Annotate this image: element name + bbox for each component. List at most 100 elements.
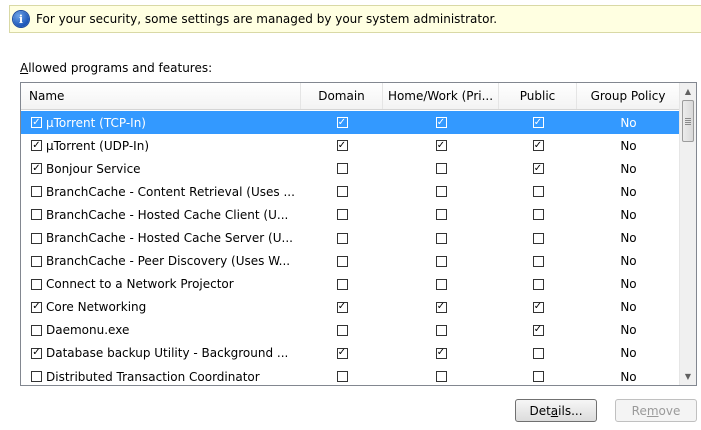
details-button[interactable]: Det a ils... [515,399,597,422]
remove-button[interactable]: Re m ove [615,399,697,422]
home-work-checkbox-cell [383,180,499,203]
home-work-checkbox[interactable]: ✓ [435,117,447,129]
home-work-checkbox-cell: ✓ [383,111,499,134]
column-header-domain[interactable]: Domain [301,83,383,109]
group-policy-value: No [620,138,637,153]
program-name-cell: BranchCache - Hosted Cache Client (U... [21,203,301,226]
program-enabled-checkbox[interactable] [31,255,42,267]
home-work-checkbox-cell [383,250,499,273]
list-item[interactable]: BranchCache - Hosted Cache Server (U... N… [21,226,680,249]
public-checkbox[interactable]: ✓ [532,140,544,152]
public-checkbox[interactable] [532,371,544,383]
domain-checkbox[interactable] [336,232,348,244]
public-checkbox[interactable] [532,255,544,267]
public-checkbox-cell: ✓ [499,111,577,134]
domain-checkbox-cell: ✓ [301,342,383,365]
list-item[interactable]: Connect to a Network Projector No [21,273,680,296]
domain-checkbox[interactable] [336,324,348,336]
domain-checkbox-cell [301,157,383,180]
home-work-checkbox-cell [383,319,499,342]
domain-checkbox[interactable]: ✓ [336,301,348,313]
public-checkbox[interactable] [532,209,544,221]
domain-checkbox[interactable] [336,371,348,383]
program-enabled-checkbox[interactable] [31,232,42,244]
list-item[interactable]: BranchCache - Content Retrieval (Uses ..… [21,180,680,203]
program-enabled-checkbox[interactable]: ✓ [31,117,42,129]
list-item[interactable]: ✓ Core Networking ✓ ✓ ✓ No [21,296,680,319]
public-checkbox[interactable]: ✓ [532,301,544,313]
list-item[interactable]: BranchCache - Peer Discovery (Uses W... N… [21,250,680,273]
domain-checkbox[interactable]: ✓ [336,140,348,152]
domain-checkbox-cell [301,226,383,249]
domain-checkbox[interactable] [336,163,348,175]
home-work-checkbox[interactable] [435,163,447,175]
home-work-checkbox-cell [383,273,499,296]
list-item[interactable]: Distributed Transaction Coordinator No [21,365,680,385]
security-infobar: i For your security, some settings are m… [9,5,701,33]
home-work-checkbox[interactable] [435,278,447,290]
domain-checkbox[interactable]: ✓ [336,347,348,359]
program-enabled-checkbox[interactable] [31,278,42,290]
scroll-up-arrow-icon[interactable]: ▲ [680,83,696,100]
column-header-group-policy[interactable]: Group Policy [577,83,680,109]
public-checkbox[interactable]: ✓ [532,117,544,129]
domain-checkbox[interactable] [336,278,348,290]
list-item[interactable]: Daemonu.exe ✓ No [21,319,680,342]
remove-accelerator: m [646,403,659,418]
column-header-public[interactable]: Public [499,83,577,109]
public-checkbox[interactable] [532,347,544,359]
home-work-checkbox-cell [383,157,499,180]
program-enabled-checkbox[interactable]: ✓ [31,140,42,152]
group-policy-value: No [620,300,637,315]
home-work-checkbox[interactable]: ✓ [435,347,447,359]
program-enabled-checkbox[interactable] [31,324,42,336]
public-checkbox[interactable] [532,186,544,198]
home-work-checkbox-cell: ✓ [383,134,499,157]
details-accelerator: a [550,403,559,418]
list-item[interactable]: ✓ μTorrent (UDP-In) ✓ ✓ ✓ No [21,134,680,157]
domain-checkbox[interactable] [336,186,348,198]
group-policy-value: No [620,231,637,246]
group-policy-value: No [620,207,637,222]
list-item[interactable]: ✓ μTorrent (TCP-In) ✓ ✓ ✓ No [21,111,680,135]
program-enabled-checkbox[interactable] [31,371,42,383]
list-item[interactable]: BranchCache - Hosted Cache Client (U... N… [21,203,680,226]
domain-checkbox[interactable] [336,209,348,221]
list-item[interactable]: ✓ Database backup Utility - Background ..… [21,342,680,365]
group-policy-value: No [620,277,637,292]
home-work-checkbox[interactable] [435,232,447,244]
public-checkbox-cell [499,226,577,249]
public-checkbox[interactable]: ✓ [532,324,544,336]
domain-checkbox-cell [301,203,383,226]
allowed-programs-list[interactable]: Name Domain Home/Work (Pri... Public Gro… [20,82,697,386]
public-checkbox[interactable] [532,278,544,290]
scroll-down-arrow-icon[interactable]: ▼ [680,368,696,385]
public-checkbox[interactable] [532,232,544,244]
domain-checkbox[interactable]: ✓ [336,117,348,129]
program-enabled-checkbox[interactable] [31,186,42,198]
home-work-checkbox[interactable] [435,371,447,383]
program-enabled-checkbox[interactable] [31,209,42,221]
home-work-checkbox[interactable] [435,186,447,198]
home-work-checkbox[interactable] [435,209,447,221]
program-enabled-checkbox[interactable]: ✓ [31,347,42,359]
home-work-checkbox-cell [383,365,499,385]
home-work-checkbox[interactable] [435,255,447,267]
domain-checkbox-cell: ✓ [301,134,383,157]
domain-checkbox-cell [301,319,383,342]
list-item[interactable]: ✓ Bonjour Service ✓ No [21,157,680,180]
column-header-home-work[interactable]: Home/Work (Pri... [383,83,499,109]
program-name-cell: Daemonu.exe [21,319,301,342]
program-name-cell: Connect to a Network Projector [21,273,301,296]
scrollbar-thumb[interactable] [682,100,694,142]
home-work-checkbox[interactable]: ✓ [435,140,447,152]
column-header-name[interactable]: Name [21,83,301,109]
program-enabled-checkbox[interactable]: ✓ [31,163,42,175]
program-enabled-checkbox[interactable]: ✓ [31,301,42,313]
home-work-checkbox[interactable]: ✓ [435,301,447,313]
home-work-checkbox[interactable] [435,324,447,336]
public-checkbox[interactable]: ✓ [532,163,544,175]
allowed-programs-label: Allowed programs and features: [20,61,212,75]
vertical-scrollbar[interactable]: ▲ ▼ [679,83,696,385]
domain-checkbox[interactable] [336,255,348,267]
